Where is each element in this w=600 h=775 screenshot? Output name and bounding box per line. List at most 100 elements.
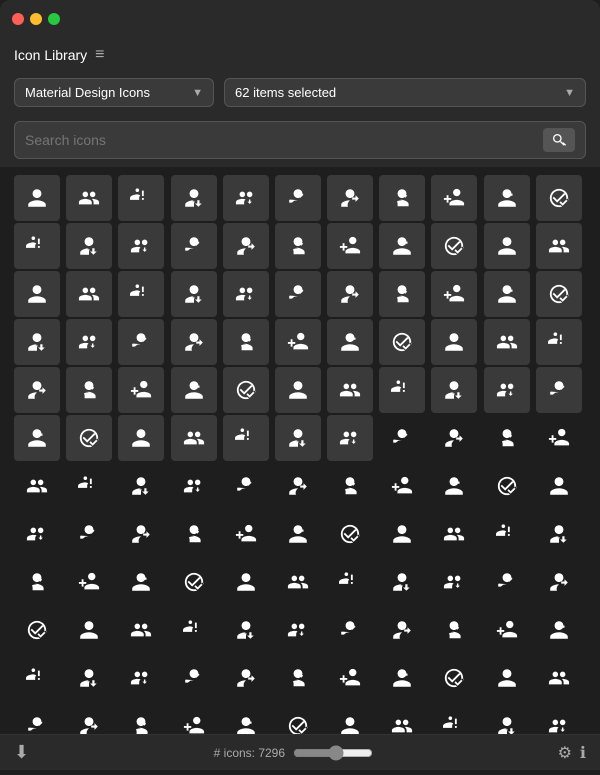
icon-cell[interactable] [118,415,164,461]
icon-cell[interactable] [379,271,425,317]
library-dropdown[interactable]: Material Design Icons ▼ [14,78,214,107]
icon-cell[interactable] [66,463,112,509]
icon-cell[interactable] [14,271,60,317]
icon-cell[interactable] [66,319,112,365]
icon-cell[interactable] [223,559,269,605]
icon-cell[interactable] [14,175,60,221]
icon-cell[interactable] [484,223,530,269]
info-button[interactable]: ℹ [580,743,586,763]
icon-cell[interactable] [275,223,321,269]
icon-cell[interactable] [327,607,373,653]
icon-cell[interactable] [171,511,217,557]
icon-cell[interactable] [14,511,60,557]
icon-cell[interactable] [275,607,321,653]
icon-cell[interactable] [536,367,582,413]
settings-button[interactable]: ⚙ [558,743,572,763]
icon-cell[interactable] [484,463,530,509]
icon-cell[interactable] [14,463,60,509]
icon-cell[interactable] [66,703,112,734]
menu-icon[interactable]: ≡ [95,46,104,64]
icon-cell[interactable] [484,655,530,701]
icon-cell[interactable] [484,367,530,413]
icon-cell[interactable] [118,607,164,653]
icon-cell[interactable] [171,415,217,461]
icon-cell[interactable] [171,703,217,734]
icon-cell[interactable] [14,367,60,413]
icon-cell[interactable] [379,319,425,365]
icon-cell[interactable] [14,703,60,734]
icon-cell[interactable] [118,463,164,509]
icon-cell[interactable] [536,607,582,653]
icon-cell[interactable] [14,559,60,605]
icon-cell[interactable] [431,175,477,221]
icon-cell[interactable] [275,319,321,365]
icon-cell[interactable] [223,511,269,557]
icon-cell[interactable] [66,367,112,413]
icon-cell[interactable] [171,559,217,605]
icon-cell[interactable] [327,271,373,317]
icon-cell[interactable] [536,463,582,509]
icon-cell[interactable] [118,703,164,734]
icon-cell[interactable] [327,511,373,557]
icon-cell[interactable] [118,511,164,557]
icon-cell[interactable] [536,559,582,605]
icon-cell[interactable] [327,655,373,701]
icon-cell[interactable] [431,703,477,734]
icon-cell[interactable] [327,223,373,269]
icon-cell[interactable] [379,175,425,221]
icon-cell[interactable] [14,415,60,461]
icon-cell[interactable] [536,703,582,734]
icon-cell[interactable] [431,223,477,269]
icon-cell[interactable] [379,415,425,461]
icon-cell[interactable] [118,223,164,269]
icon-cell[interactable] [223,655,269,701]
icon-cell[interactable] [327,175,373,221]
icon-cell[interactable] [66,271,112,317]
selected-dropdown[interactable]: 62 items selected ▼ [224,78,586,107]
icon-cell[interactable] [223,175,269,221]
icon-cell[interactable] [223,463,269,509]
icon-cell[interactable] [223,319,269,365]
icon-cell[interactable] [431,511,477,557]
icon-cell[interactable] [431,415,477,461]
icon-cell[interactable] [66,175,112,221]
icon-cell[interactable] [275,463,321,509]
icon-cell[interactable] [379,607,425,653]
icon-cell[interactable] [223,223,269,269]
icon-cell[interactable] [275,703,321,734]
icon-cell[interactable] [66,223,112,269]
icon-cell[interactable] [484,703,530,734]
icon-cell[interactable] [223,703,269,734]
icon-cell[interactable] [66,655,112,701]
search-button[interactable] [543,128,575,152]
icon-cell[interactable] [14,607,60,653]
icon-cell[interactable] [275,271,321,317]
icon-cell[interactable] [431,463,477,509]
icon-cell[interactable] [66,559,112,605]
icon-cell[interactable] [379,223,425,269]
icon-cell[interactable] [327,703,373,734]
icon-cell[interactable] [171,175,217,221]
icon-cell[interactable] [379,703,425,734]
icon-cell[interactable] [118,271,164,317]
icon-cell[interactable] [171,319,217,365]
icon-cell[interactable] [536,511,582,557]
icon-cell[interactable] [275,415,321,461]
icon-cell[interactable] [484,559,530,605]
icon-cell[interactable] [171,655,217,701]
icon-cell[interactable] [223,607,269,653]
icon-cell[interactable] [171,223,217,269]
icon-cell[interactable] [118,175,164,221]
icon-cell[interactable] [327,559,373,605]
icon-cell[interactable] [536,415,582,461]
icon-cell[interactable] [327,367,373,413]
icon-cell[interactable] [171,367,217,413]
close-button[interactable] [12,13,24,25]
icon-cell[interactable] [484,175,530,221]
icon-cell[interactable] [379,655,425,701]
icon-cell[interactable] [275,559,321,605]
icon-cell[interactable] [14,223,60,269]
download-button[interactable]: ⬇ [14,742,29,763]
icon-cell[interactable] [484,511,530,557]
icon-cell[interactable] [536,655,582,701]
